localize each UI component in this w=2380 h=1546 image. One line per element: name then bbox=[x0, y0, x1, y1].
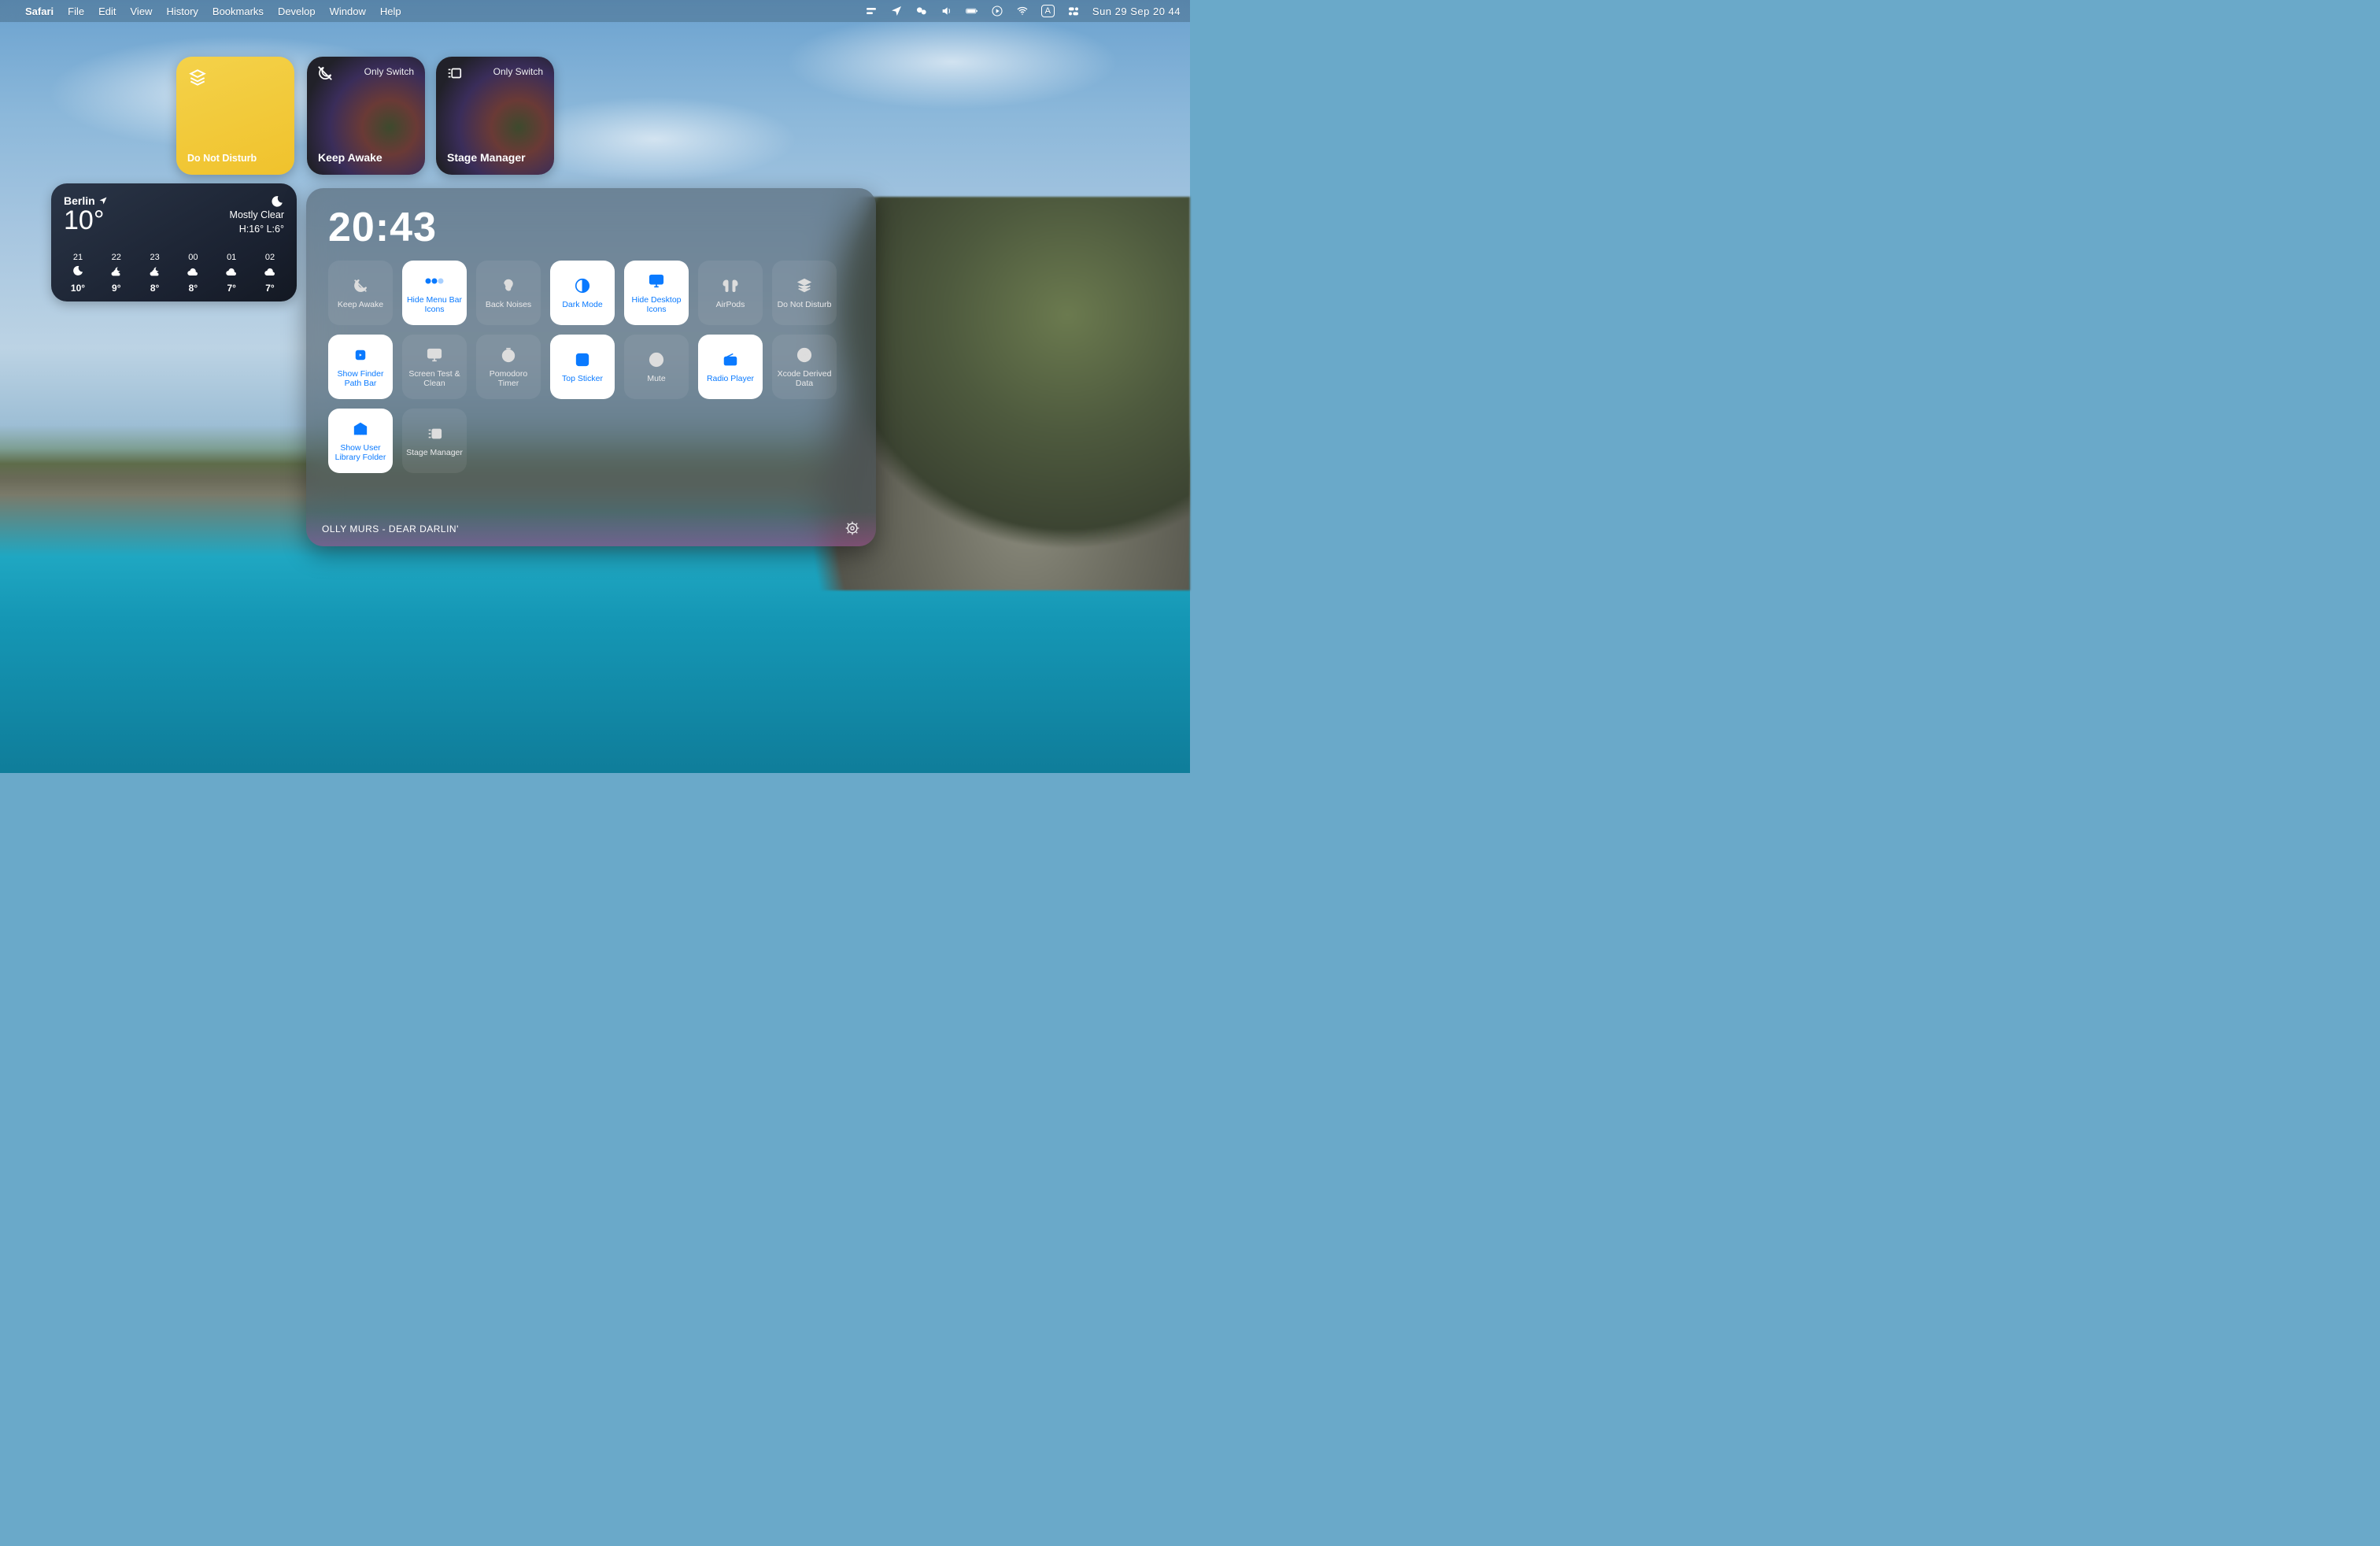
location-arrow-icon bbox=[98, 196, 108, 205]
tile-label: Mute bbox=[647, 374, 665, 383]
menu-history[interactable]: History bbox=[166, 6, 198, 17]
menu-edit[interactable]: Edit bbox=[98, 6, 116, 17]
tile-label: Do Not Disturb bbox=[778, 300, 832, 309]
battery-icon[interactable] bbox=[966, 5, 978, 17]
widget-label: Do Not Disturb bbox=[187, 153, 257, 164]
no-sleep-icon bbox=[352, 276, 369, 295]
airpods-icon bbox=[721, 276, 740, 295]
tile-label: Hide Desktop Icons bbox=[627, 295, 686, 314]
display-clean-icon bbox=[425, 346, 444, 364]
tile-show-finder-path[interactable]: Show Finder Path Bar bbox=[328, 335, 393, 399]
half-circle-icon bbox=[574, 276, 591, 295]
tile-do-not-disturb[interactable]: Do Not Disturb bbox=[772, 261, 837, 325]
tile-dark-mode[interactable]: Dark Mode bbox=[550, 261, 615, 325]
tile-screen-test-clean[interactable]: Screen Test & Clean bbox=[402, 335, 467, 399]
forecast-hour: 027° bbox=[254, 253, 286, 294]
forecast-hour: 2110° bbox=[62, 253, 94, 294]
tile-back-noises[interactable]: Back Noises bbox=[476, 261, 541, 325]
tile-radio-player[interactable]: Radio Player bbox=[698, 335, 763, 399]
stage-manager-icon bbox=[445, 65, 463, 86]
tile-label: Screen Test & Clean bbox=[405, 369, 464, 388]
tile-label: Xcode Derived Data bbox=[775, 369, 833, 388]
tile-hide-desktop-icons[interactable]: Hide Desktop Icons bbox=[624, 261, 689, 325]
forecast-hour: 229° bbox=[101, 253, 132, 294]
panel-grid: Keep Awake Hide Menu Bar Icons Back Noises… bbox=[306, 257, 876, 481]
layers-icon bbox=[796, 276, 813, 295]
sticker-icon bbox=[574, 350, 591, 369]
display-icon bbox=[647, 272, 666, 290]
tile-label: Top Sticker bbox=[562, 374, 603, 383]
dots-icon bbox=[423, 272, 445, 290]
onlyswitch-panel: 20:43 Keep Awake Hide Menu Bar Icons Back … bbox=[306, 188, 876, 546]
widget-do-not-disturb[interactable]: Do Not Disturb bbox=[176, 57, 294, 175]
library-icon bbox=[352, 420, 369, 438]
tile-airpods[interactable]: AirPods bbox=[698, 261, 763, 325]
layers-icon bbox=[187, 68, 208, 92]
volume-icon[interactable] bbox=[941, 5, 953, 17]
widget-source: Only Switch bbox=[493, 66, 543, 77]
tile-label: Show Finder Path Bar bbox=[331, 369, 390, 388]
weather-condition: Mostly Clear H:16° L:6° bbox=[230, 209, 284, 236]
tile-label: Show User Library Folder bbox=[331, 443, 390, 462]
weather-forecast: 2110°229°238°008°017°027° bbox=[62, 253, 286, 294]
tile-label: Pomodoro Timer bbox=[479, 369, 538, 388]
widget-weather[interactable]: Berlin 10° Mostly Clear H:16° L:6° 2110°… bbox=[51, 183, 297, 301]
tile-top-sticker[interactable]: Top Sticker bbox=[550, 335, 615, 399]
stage-icon bbox=[426, 424, 443, 443]
menubar-extra-icon[interactable] bbox=[865, 5, 878, 17]
menu-develop[interactable]: Develop bbox=[278, 6, 316, 17]
now-playing-label: OLLY MURS - DEAR DARLIN' bbox=[322, 523, 459, 534]
app-menu[interactable]: Safari bbox=[25, 6, 54, 17]
menubar-clock[interactable]: Sun 29 Sep 20 44 bbox=[1092, 6, 1181, 17]
mute-icon bbox=[648, 350, 665, 369]
tile-label: Dark Mode bbox=[562, 300, 602, 309]
location-icon[interactable] bbox=[890, 5, 903, 17]
tile-label: Keep Awake bbox=[338, 300, 383, 309]
tile-label: Hide Menu Bar Icons bbox=[405, 295, 464, 314]
widget-stage-manager[interactable]: Only Switch Stage Manager bbox=[436, 57, 554, 175]
widget-label: Keep Awake bbox=[318, 151, 382, 164]
panel-clock: 20:43 bbox=[306, 188, 876, 257]
widget-keep-awake[interactable]: Only Switch Keep Awake bbox=[307, 57, 425, 175]
tile-stage-manager[interactable]: Stage Manager bbox=[402, 409, 467, 473]
settings-icon[interactable] bbox=[844, 520, 860, 538]
tile-keep-awake[interactable]: Keep Awake bbox=[328, 261, 393, 325]
menubar: Safari File Edit View History Bookmarks … bbox=[0, 0, 1190, 22]
tile-label: Radio Player bbox=[707, 374, 754, 383]
widget-source: Only Switch bbox=[364, 66, 414, 77]
radio-icon bbox=[722, 350, 739, 369]
timer-icon bbox=[500, 346, 517, 364]
tile-mute[interactable]: Mute bbox=[624, 335, 689, 399]
menu-bookmarks[interactable]: Bookmarks bbox=[213, 6, 264, 17]
forecast-hour: 017° bbox=[216, 253, 247, 294]
now-playing-icon[interactable] bbox=[991, 5, 1003, 17]
moon-icon bbox=[270, 194, 284, 209]
tile-label: AirPods bbox=[716, 300, 745, 309]
no-sleep-icon bbox=[316, 65, 334, 86]
menu-view[interactable]: View bbox=[131, 6, 153, 17]
tile-pomodoro-timer[interactable]: Pomodoro Timer bbox=[476, 335, 541, 399]
wifi-icon[interactable] bbox=[1016, 5, 1029, 17]
tile-xcode-derived-data[interactable]: Xcode Derived Data bbox=[772, 335, 837, 399]
forecast-hour: 238° bbox=[139, 253, 171, 294]
menu-window[interactable]: Window bbox=[330, 6, 366, 17]
menu-file[interactable]: File bbox=[68, 6, 84, 17]
widget-label: Stage Manager bbox=[447, 151, 526, 164]
tile-hide-menubar-icons[interactable]: Hide Menu Bar Icons bbox=[402, 261, 467, 325]
tile-show-user-library[interactable]: Show User Library Folder bbox=[328, 409, 393, 473]
control-center-icon[interactable] bbox=[1067, 5, 1080, 17]
ear-icon bbox=[501, 276, 516, 295]
tile-label: Stage Manager bbox=[406, 448, 463, 457]
input-source-icon[interactable]: A bbox=[1041, 5, 1055, 17]
tile-label: Back Noises bbox=[486, 300, 531, 309]
forecast-hour: 008° bbox=[177, 253, 209, 294]
menu-help[interactable]: Help bbox=[380, 6, 401, 17]
path-icon bbox=[353, 346, 368, 364]
hammer-icon bbox=[796, 346, 813, 364]
wechat-icon[interactable] bbox=[915, 5, 928, 17]
